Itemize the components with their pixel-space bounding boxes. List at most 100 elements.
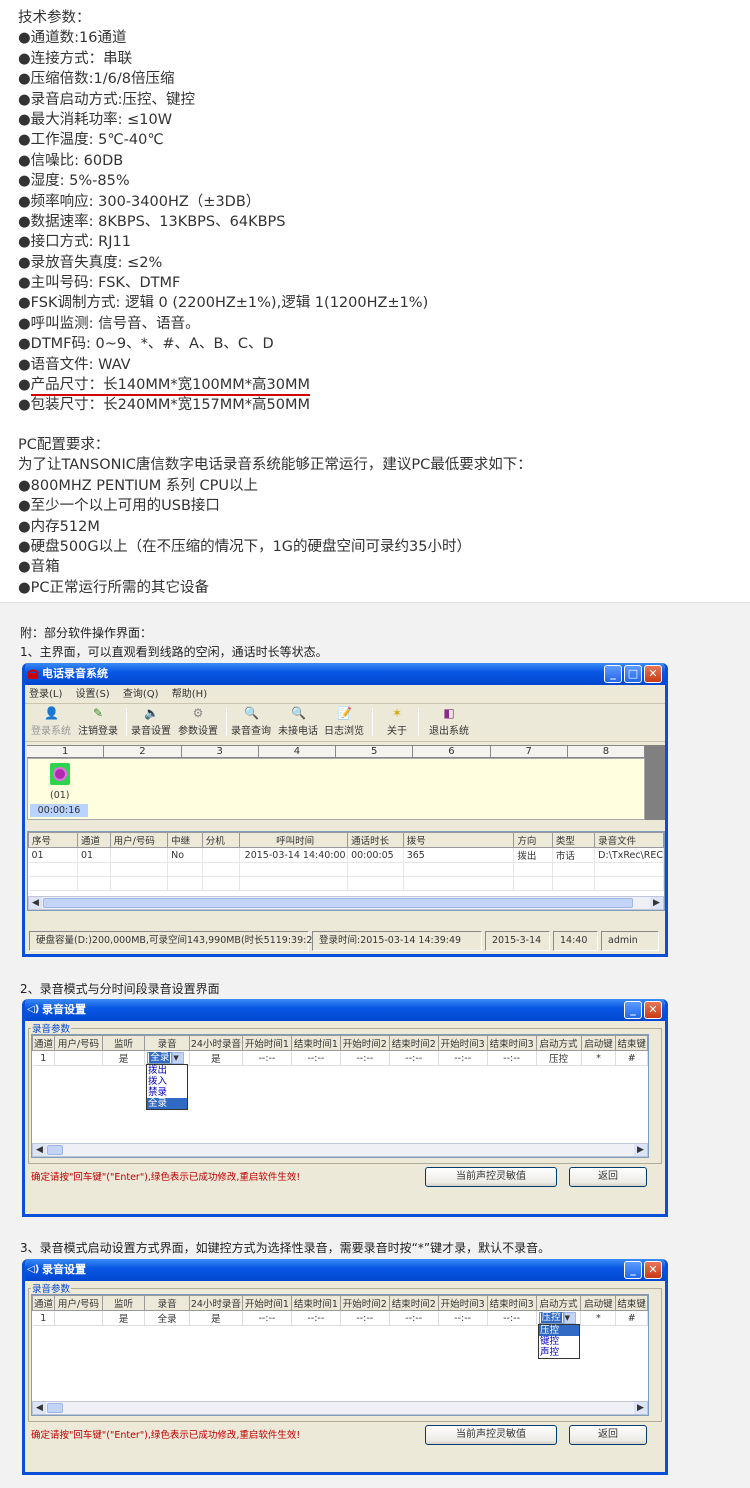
cell[interactable]: --:-- [291,1050,341,1066]
col-header[interactable]: 录音文件 [594,832,664,848]
cell[interactable]: --:-- [291,1310,341,1326]
col-header[interactable]: 开始时间1 [241,1295,292,1311]
param-settings-button[interactable]: ⚙ 参数设置 [178,706,218,737]
log-browse-button[interactable]: 📝 日志浏览 [324,706,364,737]
dropdown-option[interactable]: 拨出 [147,1065,187,1076]
cell[interactable]: * [581,1050,617,1066]
record-mode-select[interactable]: 全录 ▼ [147,1052,185,1064]
col-header[interactable]: 用户/号码 [109,832,169,848]
channel-tab[interactable]: 5 [336,745,414,758]
cell[interactable]: --:-- [340,1050,390,1066]
close-button[interactable]: ✕ [644,1261,662,1279]
channel-tab[interactable]: 8 [567,745,645,758]
back-button[interactable]: 返回 [569,1425,647,1445]
minimize-button[interactable]: _ [604,665,622,683]
col-header[interactable]: 开始时间2 [339,1295,390,1311]
cell[interactable]: --:-- [389,1050,439,1066]
channel-tab[interactable]: 6 [413,745,491,758]
dropdown-option[interactable]: 禁录 [147,1087,187,1098]
cell[interactable]: # [615,1310,648,1326]
close-button[interactable]: ✕ [644,1001,662,1019]
close-button[interactable]: ✕ [644,665,662,683]
table-row[interactable]: 01 01 No 2015-03-14 14:40:00 00:00:05 36… [28,847,664,863]
back-button[interactable]: 返回 [569,1167,647,1187]
dropdown-option[interactable]: 拨入 [147,1076,187,1087]
scroll-right-icon[interactable]: ▶ [634,1144,647,1156]
cell[interactable]: --:-- [242,1310,292,1326]
col-header[interactable]: 启动方式 [535,1035,582,1051]
cell[interactable]: --:-- [487,1050,537,1066]
channel-tab[interactable]: 7 [490,745,568,758]
col-header[interactable]: 启动方式 [535,1295,582,1311]
col-header[interactable]: 结束时间1 [290,1295,341,1311]
col-header[interactable]: 录音 [144,1035,190,1051]
cell[interactable]: 压控 [536,1050,582,1066]
sensitivity-button[interactable]: 当前声控灵敏值 [425,1167,557,1187]
col-header[interactable]: 用户/号码 [54,1295,103,1311]
col-header[interactable]: 启动键 [580,1035,617,1051]
col-header[interactable]: 方向 [513,832,553,848]
scroll-thumb[interactable] [47,1403,63,1413]
col-header[interactable]: 中继 [167,832,203,848]
cell[interactable]: --:-- [242,1050,292,1066]
channel-tab[interactable]: 2 [104,745,182,758]
record-settings-button[interactable]: 🔈 录音设置 [131,706,171,737]
dropdown-option[interactable]: 全录 [147,1098,187,1109]
col-header[interactable]: 拨号 [402,832,515,848]
record-query-button[interactable]: 🔍 录音查询 [231,706,271,737]
col-header[interactable]: 通道 [77,832,111,848]
channel-tab[interactable]: 1 [27,745,105,758]
cell[interactable]: --:-- [438,1050,488,1066]
col-header[interactable]: 启动键 [580,1295,617,1311]
col-header[interactable]: 24小时录音 [188,1295,243,1311]
cell[interactable]: --:-- [438,1310,488,1326]
cell[interactable] [54,1310,103,1326]
login-button[interactable]: 👤 登录系统 [31,706,71,737]
col-header[interactable]: 通道 [31,1295,56,1311]
missed-calls-button[interactable]: 🔍 未接电话 [278,706,318,737]
col-header[interactable]: 开始时间3 [437,1035,488,1051]
cell[interactable]: 全录 [144,1310,190,1326]
col-header[interactable]: 分机 [201,832,241,848]
col-header[interactable]: 监听 [101,1035,146,1051]
scroll-left-icon[interactable]: ◀ [33,1402,46,1414]
scroll-left-icon[interactable]: ◀ [29,897,42,909]
chevron-down-icon[interactable]: ▼ [563,1312,576,1324]
dropdown-option[interactable]: 键控 [539,1336,579,1347]
start-mode-select[interactable]: 压控 ▼ [538,1312,576,1324]
horizontal-scrollbar[interactable]: ◀ ▶ [28,896,664,910]
exit-button[interactable]: ◧ 退出系统 [429,706,469,737]
about-button[interactable]: ✶ 关于 [387,706,407,737]
cell[interactable]: --:-- [389,1310,439,1326]
scroll-thumb[interactable] [47,1145,63,1155]
cell[interactable]: 是 [102,1050,146,1066]
channel-tab[interactable]: 4 [258,745,336,758]
col-header[interactable]: 用户/号码 [54,1035,103,1051]
horizontal-scrollbar[interactable]: ◀ ▶ [32,1143,648,1157]
dropdown-option[interactable]: 压控 [539,1325,579,1336]
menu-query[interactable]: 查询(Q) [123,689,159,700]
col-header[interactable]: 录音 [144,1295,190,1311]
channel-tab[interactable]: 3 [181,745,259,758]
minimize-button[interactable]: _ [624,1261,642,1279]
col-header[interactable]: 开始时间2 [339,1035,390,1051]
sensitivity-button[interactable]: 当前声控灵敏值 [425,1425,557,1445]
col-header[interactable]: 监听 [101,1295,146,1311]
scroll-right-icon[interactable]: ▶ [650,897,663,909]
cell[interactable]: # [615,1050,648,1066]
col-header[interactable]: 结束键 [615,1035,648,1051]
phone-status-icon[interactable] [50,763,70,785]
cell[interactable] [54,1050,103,1066]
cell[interactable]: 是 [189,1310,243,1326]
cell[interactable]: --:-- [487,1310,537,1326]
col-header[interactable]: 呼叫时间 [239,832,349,848]
col-header[interactable]: 结束键 [615,1295,648,1311]
dropdown-option[interactable]: 声控 [539,1347,579,1358]
menu-login[interactable]: 登录(L) [29,689,62,700]
col-header[interactable]: 类型 [551,832,596,848]
chevron-down-icon[interactable]: ▼ [172,1052,185,1064]
col-header[interactable]: 通道 [31,1035,56,1051]
scroll-right-icon[interactable]: ▶ [634,1402,647,1414]
col-header[interactable]: 开始时间3 [437,1295,488,1311]
maximize-button[interactable]: □ [624,665,642,683]
